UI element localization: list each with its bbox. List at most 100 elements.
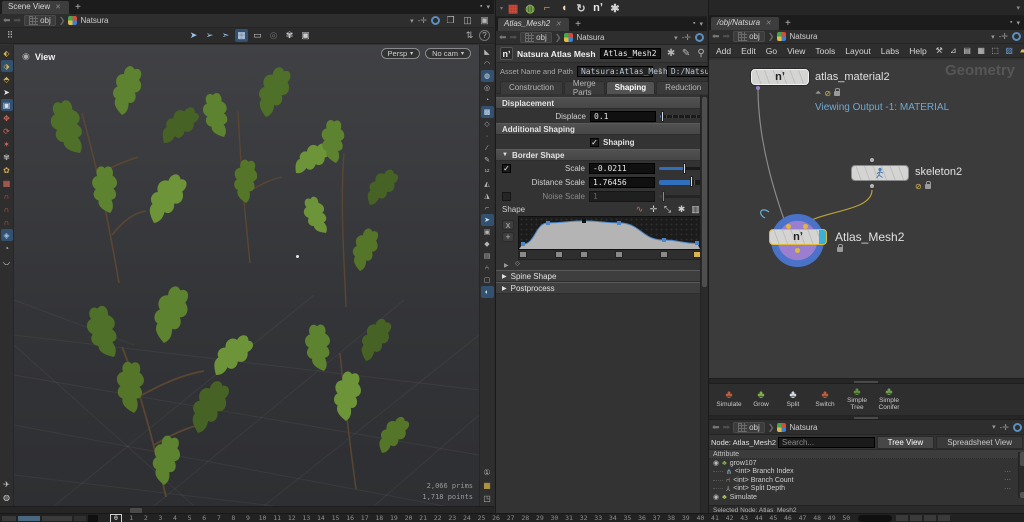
frame-tick[interactable]: 45 (766, 514, 781, 522)
radial-menu-icon[interactable] (1013, 423, 1022, 432)
frame-tick[interactable]: 40 (693, 514, 708, 522)
playbar-widget[interactable] (18, 516, 40, 521)
tree-group-row[interactable]: ◉♣Simulate (709, 493, 1024, 502)
frame-tick[interactable]: 46 (781, 514, 796, 522)
displace-slider[interactable] (660, 115, 701, 118)
ramp-handle[interactable] (660, 251, 668, 258)
frame-field[interactable] (858, 515, 892, 522)
node-atlas-mesh2[interactable]: nʼ (769, 229, 827, 245)
new-tab-icon[interactable]: + (575, 19, 581, 30)
playbar-widget[interactable] (74, 516, 86, 521)
noise-checkbox[interactable] (502, 192, 511, 201)
menu-item[interactable]: Edit (736, 46, 761, 56)
ramp-handle[interactable] (519, 251, 527, 258)
distance-scale-field[interactable]: 1.76456 (589, 177, 655, 188)
network-toolbar-icon[interactable]: ⊿ (948, 45, 959, 56)
display-option-icon[interactable]: ◔ (481, 94, 494, 106)
search-input[interactable]: Search... (778, 437, 875, 448)
toolbar-icon[interactable]: ▦ (235, 29, 248, 42)
context-chip[interactable]: obj (520, 32, 552, 43)
left-tool-icon[interactable]: ∩ (1, 190, 13, 202)
forward-icon[interactable]: ➡ (14, 15, 22, 26)
shelf-tool-icon[interactable]: ▦ (506, 1, 520, 15)
params-tab[interactable]: Atlas_Mesh2 ✕ (498, 18, 569, 31)
ramp-point[interactable] (582, 219, 586, 223)
frame-tick[interactable]: 21 (416, 514, 431, 522)
node-atlas-material2[interactable]: nʼ (751, 69, 809, 85)
current-frame-marker[interactable]: 0 (110, 514, 122, 522)
left-tool-icon[interactable]: ➤ (1, 86, 13, 98)
ramp-toolbar-icon[interactable]: ⤡ (662, 204, 673, 215)
section-border-shape[interactable]: ▼Border Shape (496, 149, 707, 161)
shelf-tool[interactable]: ♣ Grow (745, 390, 777, 408)
skeleton-input-dot[interactable] (870, 158, 874, 162)
row-options-icon[interactable]: ⋯ (1004, 485, 1011, 493)
toolbar-icon[interactable]: ▣ (299, 29, 312, 42)
menu-item[interactable]: Help (904, 46, 931, 56)
spinner-icon[interactable]: ⇕ (657, 67, 663, 75)
displace-field[interactable]: 0.1 (590, 111, 656, 122)
row-options-icon[interactable]: ⋯ (1004, 468, 1011, 476)
folder-tab[interactable]: Reduction (656, 81, 710, 94)
bypass-icon[interactable]: ⊘ (824, 89, 831, 98)
noise-scale-field[interactable]: 1 (589, 191, 655, 202)
display-option-icon[interactable]: ∕ (481, 142, 494, 154)
radial-menu-icon[interactable] (431, 16, 440, 25)
frame-tick[interactable]: 42 (722, 514, 737, 522)
bypass-icon[interactable]: ⊘ (915, 182, 922, 191)
material-node-title[interactable]: atlas_material2 (815, 71, 890, 83)
shelf-tool-icon[interactable]: nʼ (591, 1, 605, 15)
toolbar-icon[interactable]: ➤ (187, 29, 200, 42)
frame-tick[interactable]: 41 (708, 514, 723, 522)
pane-maximize-icon[interactable]: ▪ (480, 3, 482, 11)
camera-button[interactable]: No cam▾ (425, 48, 471, 59)
menu-item[interactable]: Add (711, 46, 736, 56)
ramp-point[interactable] (617, 221, 621, 225)
frame-tick[interactable]: 12 (284, 514, 299, 522)
toolbar-icon[interactable]: ✾ (283, 29, 296, 42)
left-tool-icon[interactable]: ✾ (1, 151, 13, 163)
playbar-widget[interactable] (88, 515, 98, 522)
left-tool-icon[interactable]: ✥ (1, 112, 13, 124)
left-tool-icon[interactable]: ⬖ (1, 47, 13, 59)
ramp-handle[interactable] (580, 251, 588, 258)
ramp-interp-icon[interactable]: ⟐ (515, 261, 521, 269)
frame-tick[interactable]: 19 (387, 514, 402, 522)
network-toolbar-icon[interactable]: ▨ (1004, 45, 1015, 56)
display-option-icon[interactable]: ◍ (481, 70, 494, 82)
frame-tick[interactable]: 7 (211, 514, 226, 522)
pane-maximize-icon[interactable]: ▪ (1010, 19, 1012, 27)
frame-tick[interactable]: 1 (124, 514, 139, 522)
frame-tick[interactable]: 22 (430, 514, 445, 522)
viewport-corner-icon[interactable]: ▦ (481, 479, 494, 491)
distance-scale-slider[interactable] (659, 180, 701, 185)
frame-tick[interactable]: 26 (489, 514, 504, 522)
frame-tick[interactable]: 2 (139, 514, 154, 522)
menu-item[interactable]: Labs (876, 46, 904, 56)
pane-menu-icon[interactable]: ▾ (1016, 19, 1020, 27)
breadcrumb-node[interactable]: Natsura (80, 16, 108, 25)
tree-group-row[interactable]: ◉♣grow107 (709, 459, 1024, 468)
section-additional-shaping[interactable]: Additional Shaping (496, 123, 707, 135)
display-option-icon[interactable]: ◇ (481, 118, 494, 130)
path-dropdown-icon[interactable]: ▾ (992, 423, 996, 431)
shelf-tool[interactable]: ♣ Split (777, 390, 809, 408)
menu-item[interactable]: View (782, 46, 810, 56)
frame-tick[interactable]: 27 (503, 514, 518, 522)
forward-icon[interactable]: ➡ (723, 31, 731, 42)
scale-checkbox[interactable]: ✓ (502, 164, 511, 173)
frame-tick[interactable]: 20 (401, 514, 416, 522)
close-tab-icon[interactable]: ✕ (55, 3, 61, 11)
display-option-icon[interactable]: ◭ (481, 178, 494, 190)
left-tool-bottom-icon[interactable]: ✈ (1, 478, 13, 490)
playbar-option-button[interactable] (910, 515, 922, 521)
tree-scrollbar[interactable] (1018, 452, 1024, 498)
left-tool-icon[interactable]: ◡ (1, 255, 13, 267)
display-option-icon[interactable]: ◎ (481, 82, 494, 94)
breadcrumb-node[interactable]: Natsura (789, 32, 817, 41)
network-toolbar-icon[interactable]: ▦ (976, 45, 987, 56)
ramp-expand-icon[interactable]: ▶ (504, 262, 509, 269)
path-dropdown-icon[interactable]: ▾ (674, 34, 678, 42)
node-name-field[interactable]: Atlas_Mesh2 (600, 48, 661, 59)
pin-icon[interactable]: -✛ (418, 16, 427, 25)
